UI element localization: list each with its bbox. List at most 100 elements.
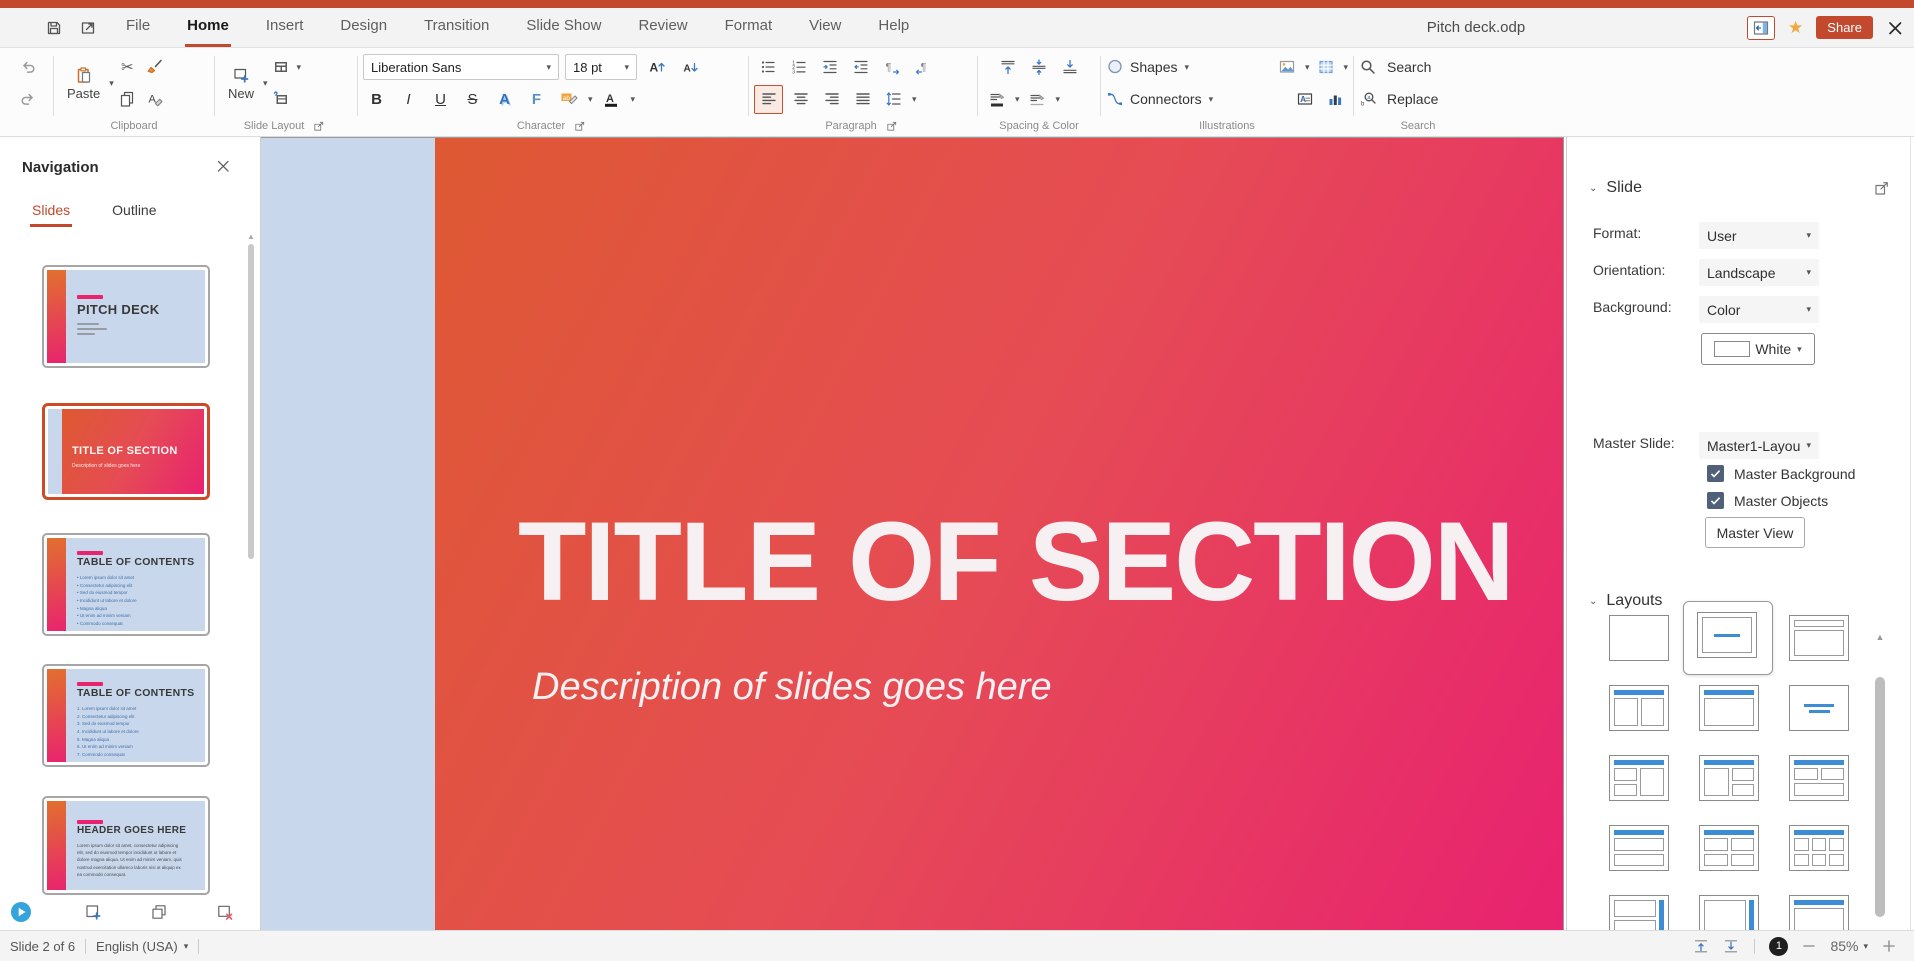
connectors-label[interactable]: Connectors [1130,91,1202,107]
slide-thumbnail-4[interactable]: TABLE OF CONTENTS 1. Lorem ipsum dolor s… [42,664,210,767]
clone-formatting-button[interactable] [142,54,169,81]
underline-button[interactable]: U [427,86,454,113]
slide-thumbnail-1[interactable]: PITCH DECK [42,265,210,368]
navigation-close-icon[interactable] [214,157,232,175]
slide-thumbnail-2-current[interactable]: TITLE OF SECTION Description of slides g… [42,403,210,500]
highlight-color-dropdown-arrow[interactable]: ▾ [588,94,593,105]
layout-tile-6[interactable] [1789,685,1849,731]
font-color-button[interactable]: A [598,86,625,113]
left-to-right-button[interactable]: ¶ [878,54,905,81]
layout-tile-9[interactable] [1789,755,1849,801]
menu-format[interactable]: Format [723,8,775,47]
align-center-button[interactable] [787,86,814,113]
paragraph-spacing-dropdown-arrow[interactable]: ▾ [1015,94,1020,105]
align-bottom-button[interactable] [1057,54,1084,81]
user-count-badge[interactable]: 1 [1769,937,1788,956]
slide-section-expand-icon[interactable] [1873,179,1891,197]
save-icon[interactable] [44,18,64,38]
highlight-color-button[interactable]: ab [555,86,582,113]
grow-font-button[interactable]: A [643,54,670,81]
character-expand-icon[interactable] [574,120,587,133]
copy-button[interactable] [114,86,141,113]
search-label[interactable]: Search [1387,59,1431,75]
shapes-dropdown-arrow[interactable]: ▾ [1184,62,1189,73]
paragraph-spacing-button[interactable] [983,86,1010,113]
orientation-select[interactable]: Landscape▾ [1699,259,1819,286]
slide-thumbnail-3[interactable]: TABLE OF CONTENTS • Lorem ipsum dolor si… [42,533,210,636]
paragraph-expand-icon[interactable] [885,120,898,133]
align-left-button[interactable] [754,85,783,114]
delete-slide-icon[interactable] [216,903,234,921]
slide-subtitle-text[interactable]: Description of slides goes here [532,666,1052,709]
sidebar-scrollbar-track[interactable] [1910,137,1911,930]
slide-title-text[interactable]: TITLE OF SECTION [518,506,1513,618]
layout-tile-5[interactable] [1699,685,1759,731]
clear-formatting-button[interactable]: A [142,86,169,113]
align-top-button[interactable] [995,54,1022,81]
zoom-out-icon[interactable] [1800,937,1818,955]
paste-button[interactable]: Paste [59,48,108,118]
shadow-button[interactable]: A [491,86,518,113]
master-objects-checkbox[interactable] [1707,492,1724,509]
format-select[interactable]: User▾ [1699,222,1819,249]
search-button[interactable] [1359,54,1377,81]
font-color-dropdown-arrow[interactable]: ▾ [631,94,636,105]
slide-thumbnail-5[interactable]: HEADER GOES HERE Lorem ipsum dolor sit a… [42,796,210,895]
master-view-button[interactable]: Master View [1705,517,1805,548]
layout-tile-7[interactable] [1609,755,1669,801]
new-slide-button[interactable]: New [220,48,262,118]
font-name-select[interactable]: Liberation Sans▾ [363,54,559,80]
insert-image-button[interactable] [1274,54,1301,81]
layout-chooser-dropdown-arrow[interactable]: ▾ [297,62,302,73]
layout-tile-1[interactable] [1609,615,1669,661]
shapes-label[interactable]: Shapes [1130,59,1177,75]
menu-design[interactable]: Design [338,8,389,47]
shrink-font-button[interactable]: A [676,54,703,81]
menu-view[interactable]: View [807,8,843,47]
slide-properties-button[interactable] [268,86,295,113]
decrease-indent-button[interactable] [847,54,874,81]
italic-button[interactable]: I [395,86,422,113]
fill-color-dropdown-arrow[interactable]: ▾ [1056,94,1061,105]
layout-tile-14[interactable] [1699,895,1759,930]
center-vertically-button[interactable] [1026,54,1053,81]
insert-chart-button[interactable] [1321,86,1348,113]
layout-tile-13[interactable] [1609,895,1669,930]
outline-font-button[interactable]: F [523,86,550,113]
zoom-level-selector[interactable]: 85%▾ [1830,938,1868,954]
zoom-in-icon[interactable] [1880,937,1898,955]
layout-chooser-button[interactable] [268,54,295,81]
tab-outline[interactable]: Outline [110,199,158,227]
layout-tile-12[interactable] [1789,825,1849,871]
layout-tile-2[interactable] [1697,612,1757,658]
align-justify-button[interactable] [849,86,876,113]
close-document-icon[interactable] [1886,19,1904,37]
align-right-button[interactable] [818,86,845,113]
start-presentation-icon[interactable] [10,901,32,923]
slide-canvas[interactable]: TITLE OF SECTION Description of slides g… [261,137,1564,930]
fit-slide-icon[interactable] [1722,937,1740,955]
line-spacing-dropdown-arrow[interactable]: ▾ [912,94,917,105]
slide-section-header[interactable]: ⌄ Slide [1589,179,1642,197]
tab-slides[interactable]: Slides [30,199,72,227]
layout-tile-3[interactable] [1789,615,1849,661]
master-background-checkbox[interactable] [1707,465,1724,482]
bold-button[interactable]: B [363,86,390,113]
layouts-section-header[interactable]: ⌄ Layouts [1589,592,1662,610]
insert-image-dropdown-arrow[interactable]: ▾ [1305,62,1310,73]
insert-table-dropdown-arrow[interactable]: ▾ [1343,62,1348,73]
layout-tile-8[interactable] [1699,755,1759,801]
menu-transition[interactable]: Transition [422,8,491,47]
share-button[interactable]: Share [1816,16,1873,39]
slide-panel-scrollbar[interactable]: ▲ [247,232,255,892]
sidebar-toggle-button[interactable] [1747,16,1775,40]
numbering-button[interactable]: 123 [785,54,812,81]
insert-table-button[interactable] [1312,54,1339,81]
add-slide-icon[interactable] [84,903,102,921]
menu-insert[interactable]: Insert [264,8,306,47]
layout-tile-11[interactable] [1699,825,1759,871]
strikethrough-button[interactable]: S [459,86,486,113]
insert-textbox-button[interactable]: A [1291,86,1318,113]
menu-help[interactable]: Help [876,8,911,47]
right-to-left-button[interactable]: ¶ [909,54,936,81]
